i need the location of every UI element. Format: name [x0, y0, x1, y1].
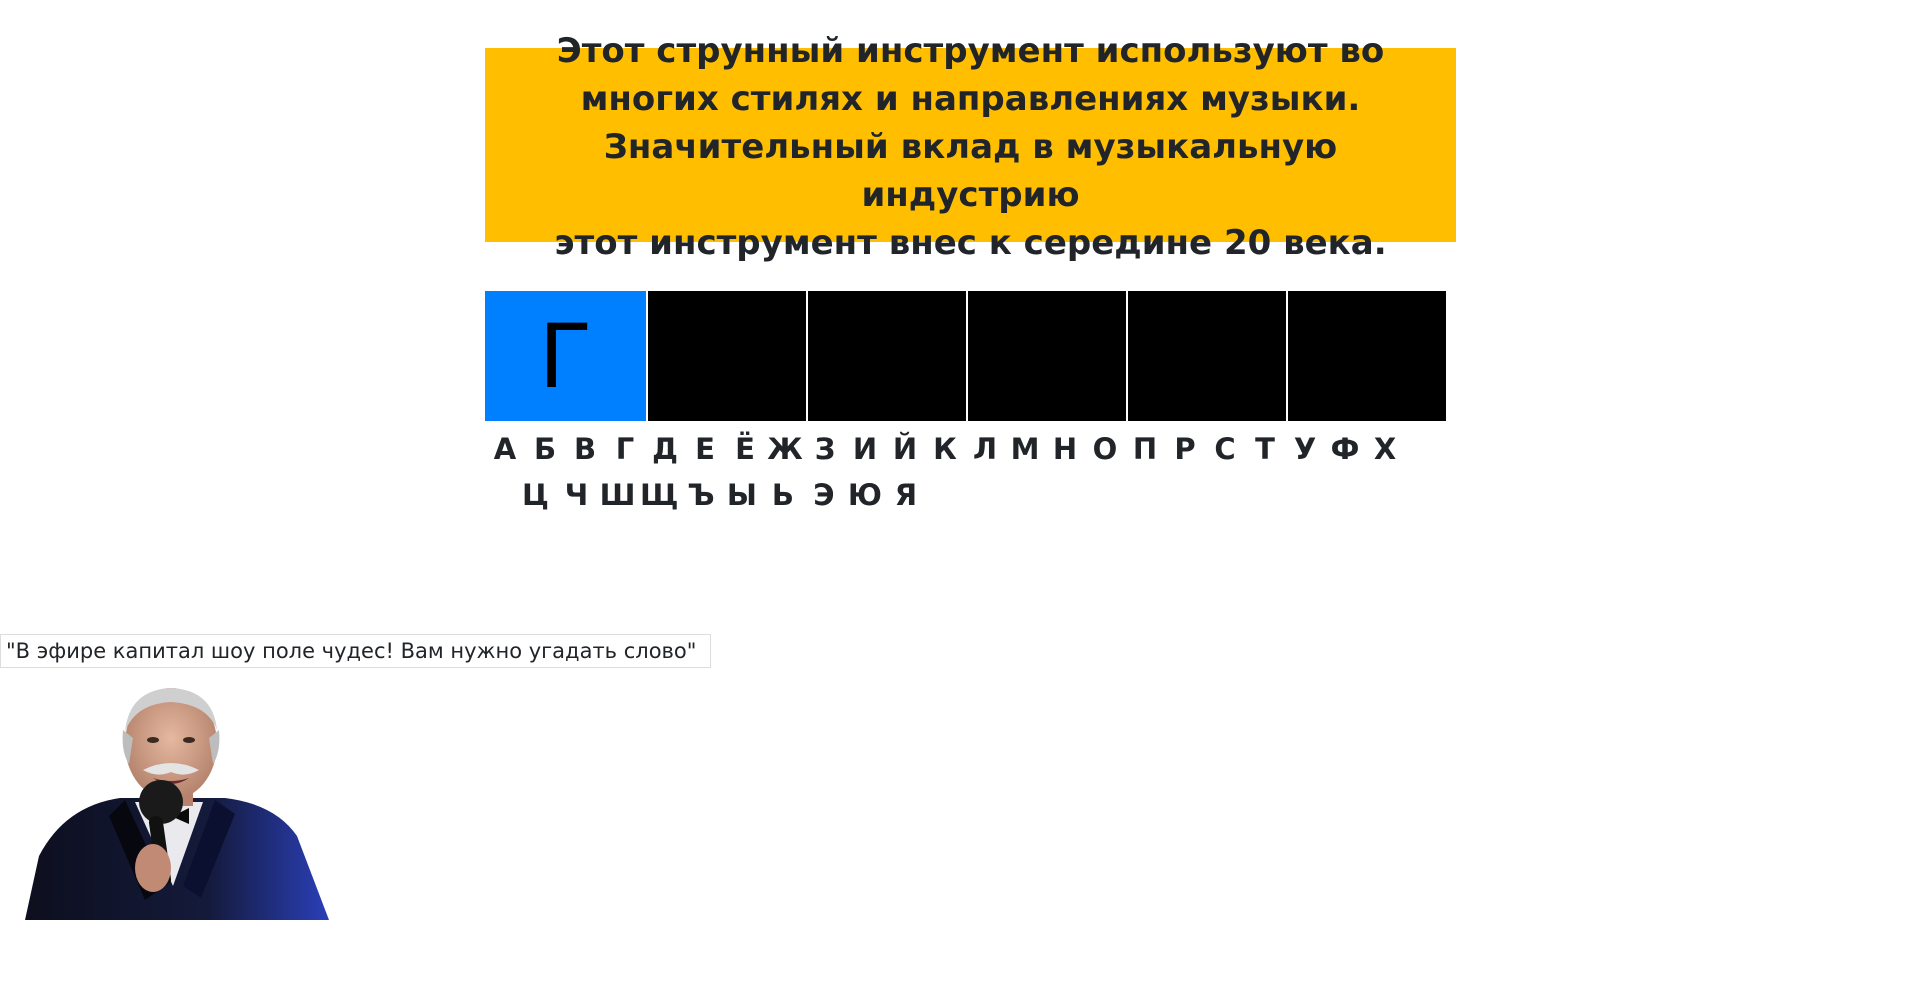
letter-cell [1126, 291, 1286, 421]
letter-button[interactable]: Б [525, 432, 565, 466]
letter-button[interactable]: Ы [721, 478, 762, 512]
alphabet-row-2: Ц Ч Ш Щ Ъ Ы Ь Э Ю Я [485, 472, 1456, 518]
letter-button[interactable]: Ц [515, 478, 556, 512]
letter-cell [646, 291, 806, 421]
letter-cell: Г [485, 291, 646, 421]
letter-button[interactable]: З [805, 432, 845, 466]
letter-button[interactable]: Д [645, 432, 685, 466]
letter-button[interactable]: Р [1165, 432, 1205, 466]
word-board: Г [485, 291, 1456, 421]
letter-button[interactable]: С [1205, 432, 1245, 466]
letter-button[interactable]: Т [1245, 432, 1285, 466]
letter-button[interactable]: М [1005, 432, 1045, 466]
letter-button[interactable]: Ё [725, 432, 765, 466]
host-speech-caption: "В эфире капитал шоу поле чудес! Вам нуж… [0, 634, 711, 668]
question-text: Этот струнный инструмент используют во м… [554, 31, 1387, 263]
letter-button[interactable]: А [485, 432, 525, 466]
letter-button[interactable]: О [1085, 432, 1125, 466]
letter-button[interactable]: Е [685, 432, 725, 466]
letter-button[interactable]: Щ [638, 478, 680, 512]
letter-button[interactable]: Ъ [680, 478, 721, 512]
letter-button[interactable]: И [845, 432, 885, 466]
letter-button[interactable]: Ж [765, 432, 805, 466]
letter-button[interactable]: Ф [1325, 432, 1365, 466]
host-portrait [25, 688, 329, 920]
letter-button[interactable]: Ь [762, 478, 803, 512]
letter-cell [966, 291, 1126, 421]
letter-button[interactable]: Х [1365, 432, 1405, 466]
letter-button[interactable]: Я [885, 478, 926, 512]
letter-button[interactable]: У [1285, 432, 1325, 466]
microphone-icon [139, 780, 183, 824]
letter-button[interactable]: Й [885, 432, 925, 466]
letter-button[interactable]: Э [803, 478, 844, 512]
alphabet-row-1: А Б В Г Д Е Ё Ж З И Й К Л М Н О П Р С Т … [485, 426, 1456, 472]
letter-button[interactable]: Ш [597, 478, 638, 512]
letter-button[interactable]: Г [605, 432, 645, 466]
letter-button[interactable]: В [565, 432, 605, 466]
letter-button[interactable]: Л [965, 432, 1005, 466]
letter-cell [806, 291, 966, 421]
letter-button[interactable]: П [1125, 432, 1165, 466]
letter-button[interactable]: К [925, 432, 965, 466]
letter-button[interactable]: Н [1045, 432, 1085, 466]
letter-button[interactable]: Ю [844, 478, 885, 512]
letter-button[interactable]: Ч [556, 478, 597, 512]
letter-cell [1286, 291, 1446, 421]
alphabet-keyboard: А Б В Г Д Е Ё Ж З И Й К Л М Н О П Р С Т … [485, 426, 1456, 518]
question-panel: Этот струнный инструмент используют во м… [485, 31, 1456, 263]
